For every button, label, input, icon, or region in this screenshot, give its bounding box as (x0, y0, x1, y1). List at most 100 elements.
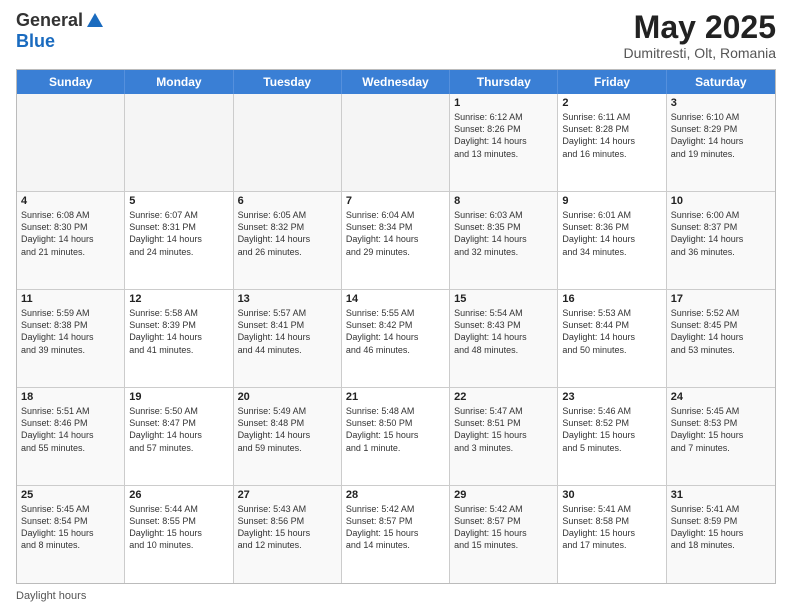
day-number: 11 (21, 293, 120, 305)
logo: General Blue (16, 10, 103, 52)
day-number: 3 (671, 97, 771, 109)
calendar-cell (125, 94, 233, 191)
day-number: 14 (346, 293, 445, 305)
header: General Blue May 2025 Dumitresti, Olt, R… (16, 10, 776, 61)
day-info: Sunrise: 5:46 AM Sunset: 8:52 PM Dayligh… (562, 405, 661, 454)
calendar-week-5: 25 Sunrise: 5:45 AM Sunset: 8:54 PM Dayli… (17, 485, 775, 583)
calendar-cell: 23 Sunrise: 5:46 AM Sunset: 8:52 PM Dayli… (558, 388, 666, 485)
day-info: Sunrise: 5:41 AM Sunset: 8:58 PM Dayligh… (562, 503, 661, 552)
day-number: 5 (129, 195, 228, 207)
day-info: Sunrise: 5:48 AM Sunset: 8:50 PM Dayligh… (346, 405, 445, 454)
day-number: 2 (562, 97, 661, 109)
calendar-cell: 17 Sunrise: 5:52 AM Sunset: 8:45 PM Dayli… (667, 290, 775, 387)
header-day-saturday: Saturday (667, 70, 775, 94)
day-number: 23 (562, 391, 661, 403)
calendar-week-3: 11 Sunrise: 5:59 AM Sunset: 8:38 PM Dayli… (17, 289, 775, 387)
calendar-week-1: 1 Sunrise: 6:12 AM Sunset: 8:26 PM Daylig… (17, 94, 775, 191)
calendar: SundayMondayTuesdayWednesdayThursdayFrid… (16, 69, 776, 584)
calendar-cell: 28 Sunrise: 5:42 AM Sunset: 8:57 PM Dayli… (342, 486, 450, 583)
header-day-tuesday: Tuesday (234, 70, 342, 94)
calendar-cell: 11 Sunrise: 5:59 AM Sunset: 8:38 PM Dayli… (17, 290, 125, 387)
header-day-friday: Friday (558, 70, 666, 94)
calendar-cell: 18 Sunrise: 5:51 AM Sunset: 8:46 PM Dayli… (17, 388, 125, 485)
day-info: Sunrise: 6:08 AM Sunset: 8:30 PM Dayligh… (21, 209, 120, 258)
logo-general: General (16, 10, 83, 31)
calendar-cell: 9Sunrise: 6:01 AM Sunset: 8:36 PM Daylig… (558, 192, 666, 289)
calendar-cell: 19 Sunrise: 5:50 AM Sunset: 8:47 PM Dayli… (125, 388, 233, 485)
header-day-monday: Monday (125, 70, 233, 94)
calendar-cell: 8Sunrise: 6:03 AM Sunset: 8:35 PM Daylig… (450, 192, 558, 289)
calendar-cell: 1 Sunrise: 6:12 AM Sunset: 8:26 PM Daylig… (450, 94, 558, 191)
day-number: 1 (454, 97, 553, 109)
day-number: 15 (454, 293, 553, 305)
calendar-body: 1 Sunrise: 6:12 AM Sunset: 8:26 PM Daylig… (17, 94, 775, 583)
calendar-cell: 16Sunrise: 5:53 AM Sunset: 8:44 PM Dayli… (558, 290, 666, 387)
day-info: Sunrise: 6:01 AM Sunset: 8:36 PM Dayligh… (562, 209, 661, 258)
location-subtitle: Dumitresti, Olt, Romania (624, 45, 776, 61)
calendar-header: SundayMondayTuesdayWednesdayThursdayFrid… (17, 70, 775, 94)
calendar-cell: 20Sunrise: 5:49 AM Sunset: 8:48 PM Dayli… (234, 388, 342, 485)
calendar-cell: 31 Sunrise: 5:41 AM Sunset: 8:59 PM Dayli… (667, 486, 775, 583)
day-number: 8 (454, 195, 553, 207)
day-number: 27 (238, 489, 337, 501)
day-info: Sunrise: 5:45 AM Sunset: 8:54 PM Dayligh… (21, 503, 120, 552)
day-info: Sunrise: 5:50 AM Sunset: 8:47 PM Dayligh… (129, 405, 228, 454)
calendar-cell: 27 Sunrise: 5:43 AM Sunset: 8:56 PM Dayli… (234, 486, 342, 583)
calendar-cell: 4 Sunrise: 6:08 AM Sunset: 8:30 PM Daylig… (17, 192, 125, 289)
day-info: Sunrise: 5:41 AM Sunset: 8:59 PM Dayligh… (671, 503, 771, 552)
day-info: Sunrise: 5:45 AM Sunset: 8:53 PM Dayligh… (671, 405, 771, 454)
day-info: Sunrise: 6:12 AM Sunset: 8:26 PM Dayligh… (454, 111, 553, 160)
calendar-cell: 14Sunrise: 5:55 AM Sunset: 8:42 PM Dayli… (342, 290, 450, 387)
calendar-cell: 7Sunrise: 6:04 AM Sunset: 8:34 PM Daylig… (342, 192, 450, 289)
header-day-thursday: Thursday (450, 70, 558, 94)
calendar-cell: 13 Sunrise: 5:57 AM Sunset: 8:41 PM Dayli… (234, 290, 342, 387)
calendar-cell: 5 Sunrise: 6:07 AM Sunset: 8:31 PM Daylig… (125, 192, 233, 289)
day-number: 19 (129, 391, 228, 403)
logo-blue: Blue (16, 31, 55, 52)
day-number: 21 (346, 391, 445, 403)
calendar-week-4: 18 Sunrise: 5:51 AM Sunset: 8:46 PM Dayli… (17, 387, 775, 485)
day-number: 18 (21, 391, 120, 403)
calendar-cell: 2Sunrise: 6:11 AM Sunset: 8:28 PM Daylig… (558, 94, 666, 191)
day-info: Sunrise: 5:51 AM Sunset: 8:46 PM Dayligh… (21, 405, 120, 454)
calendar-cell: 15Sunrise: 5:54 AM Sunset: 8:43 PM Dayli… (450, 290, 558, 387)
calendar-cell: 24 Sunrise: 5:45 AM Sunset: 8:53 PM Dayli… (667, 388, 775, 485)
day-number: 13 (238, 293, 337, 305)
day-info: Sunrise: 5:58 AM Sunset: 8:39 PM Dayligh… (129, 307, 228, 356)
day-number: 4 (21, 195, 120, 207)
calendar-cell: 30 Sunrise: 5:41 AM Sunset: 8:58 PM Dayli… (558, 486, 666, 583)
header-day-wednesday: Wednesday (342, 70, 450, 94)
calendar-cell: 26 Sunrise: 5:44 AM Sunset: 8:55 PM Dayli… (125, 486, 233, 583)
day-number: 30 (562, 489, 661, 501)
day-number: 17 (671, 293, 771, 305)
day-number: 12 (129, 293, 228, 305)
calendar-cell: 22Sunrise: 5:47 AM Sunset: 8:51 PM Dayli… (450, 388, 558, 485)
logo-triangle-icon (87, 13, 103, 27)
day-number: 25 (21, 489, 120, 501)
day-number: 6 (238, 195, 337, 207)
day-info: Sunrise: 6:05 AM Sunset: 8:32 PM Dayligh… (238, 209, 337, 258)
calendar-cell: 6 Sunrise: 6:05 AM Sunset: 8:32 PM Daylig… (234, 192, 342, 289)
day-number: 7 (346, 195, 445, 207)
day-info: Sunrise: 5:42 AM Sunset: 8:57 PM Dayligh… (346, 503, 445, 552)
day-info: Sunrise: 6:07 AM Sunset: 8:31 PM Dayligh… (129, 209, 228, 258)
day-info: Sunrise: 5:52 AM Sunset: 8:45 PM Dayligh… (671, 307, 771, 356)
footer: Daylight hours (16, 590, 776, 602)
day-info: Sunrise: 5:44 AM Sunset: 8:55 PM Dayligh… (129, 503, 228, 552)
day-info: Sunrise: 5:59 AM Sunset: 8:38 PM Dayligh… (21, 307, 120, 356)
day-number: 28 (346, 489, 445, 501)
day-info: Sunrise: 5:42 AM Sunset: 8:57 PM Dayligh… (454, 503, 553, 552)
day-number: 26 (129, 489, 228, 501)
calendar-cell (17, 94, 125, 191)
day-number: 31 (671, 489, 771, 501)
daylight-label: Daylight hours (16, 590, 86, 602)
day-number: 20 (238, 391, 337, 403)
day-number: 24 (671, 391, 771, 403)
calendar-cell: 29Sunrise: 5:42 AM Sunset: 8:57 PM Dayli… (450, 486, 558, 583)
day-info: Sunrise: 5:43 AM Sunset: 8:56 PM Dayligh… (238, 503, 337, 552)
day-info: Sunrise: 5:57 AM Sunset: 8:41 PM Dayligh… (238, 307, 337, 356)
header-day-sunday: Sunday (17, 70, 125, 94)
calendar-cell: 10Sunrise: 6:00 AM Sunset: 8:37 PM Dayli… (667, 192, 775, 289)
day-info: Sunrise: 5:47 AM Sunset: 8:51 PM Dayligh… (454, 405, 553, 454)
day-info: Sunrise: 6:00 AM Sunset: 8:37 PM Dayligh… (671, 209, 771, 258)
